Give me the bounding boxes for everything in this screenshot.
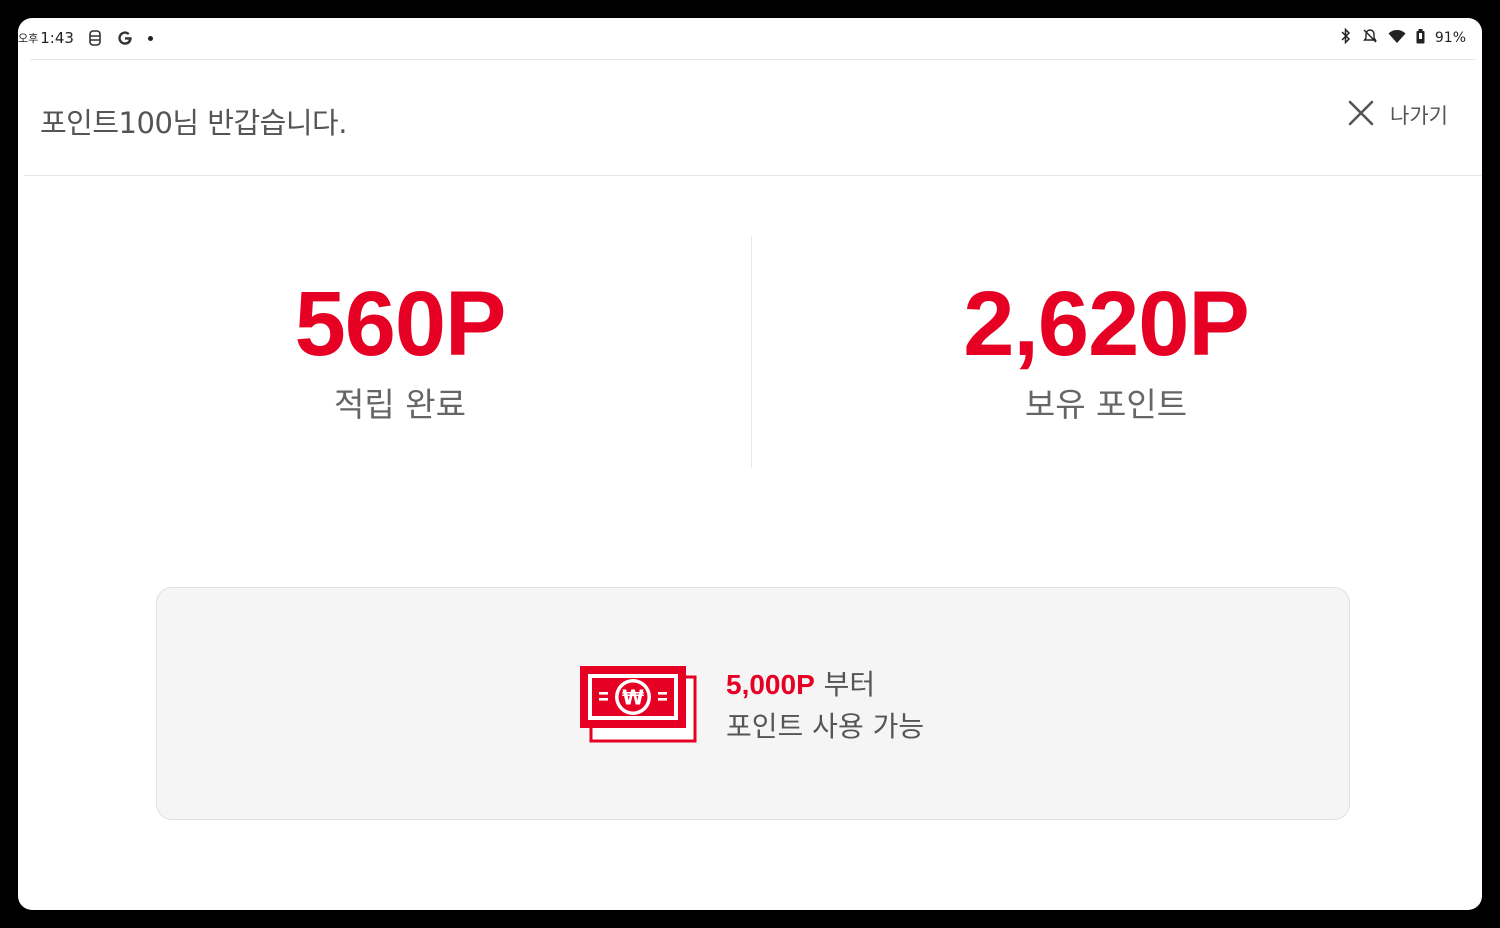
welcome-title: 포인트100님 반갑습니다.	[40, 106, 347, 140]
usage-info-box: ₩ 5,000P 부터 포인트 사용 가능	[156, 587, 1350, 820]
earned-points-value: 560P	[294, 273, 507, 375]
close-icon[interactable]	[1348, 100, 1374, 130]
battery-percent: 91%	[1434, 30, 1466, 46]
usage-threshold: 5,000P	[726, 669, 815, 700]
earned-points: 560P 적립 완료	[180, 276, 620, 426]
wifi-icon	[1388, 29, 1406, 48]
google-icon	[116, 29, 134, 47]
notification-dot-icon	[147, 35, 153, 41]
balance-points-value: 2,620P	[963, 273, 1250, 375]
balance-points: 2,620P 보유 포인트	[868, 276, 1344, 426]
usage-info-text: 5,000P 부터 포인트 사용 가능	[726, 664, 924, 748]
status-time: 1:43	[40, 29, 74, 47]
bluetooth-icon	[1340, 27, 1352, 48]
header: 포인트100님 반갑습니다. 나가기	[18, 60, 1482, 175]
usage-threshold-suffix: 부터	[814, 668, 876, 701]
status-left: 오후 1:43	[18, 26, 153, 50]
usage-available-line: 포인트 사용 가능	[726, 710, 925, 743]
points-divider	[751, 236, 752, 468]
status-bar: 오후 1:43 91%	[18, 18, 1482, 58]
points-summary: 560P 적립 완료 2,620P 보유 포인트	[18, 176, 1482, 556]
currency-symbol: ₩	[622, 686, 644, 710]
money-bill-icon: ₩	[579, 665, 697, 747]
status-right: 91%	[1340, 26, 1466, 50]
battery-icon	[1416, 28, 1425, 48]
usage-threshold-line: 5,000P 부터	[726, 664, 924, 706]
exit-label[interactable]: 나가기	[1390, 100, 1448, 130]
exit-button[interactable]: 나가기	[1348, 100, 1448, 130]
balance-points-label: 보유 포인트	[1024, 385, 1188, 424]
status-ampm: 오후	[18, 32, 39, 45]
app-screen: 오후 1:43 91% 포인트100님 반갑습니다. 나가기 560P 적립 완…	[18, 18, 1482, 910]
mute-icon	[1362, 28, 1378, 48]
earned-points-label: 적립 완료	[334, 385, 466, 424]
notification-app-icon	[88, 30, 102, 46]
